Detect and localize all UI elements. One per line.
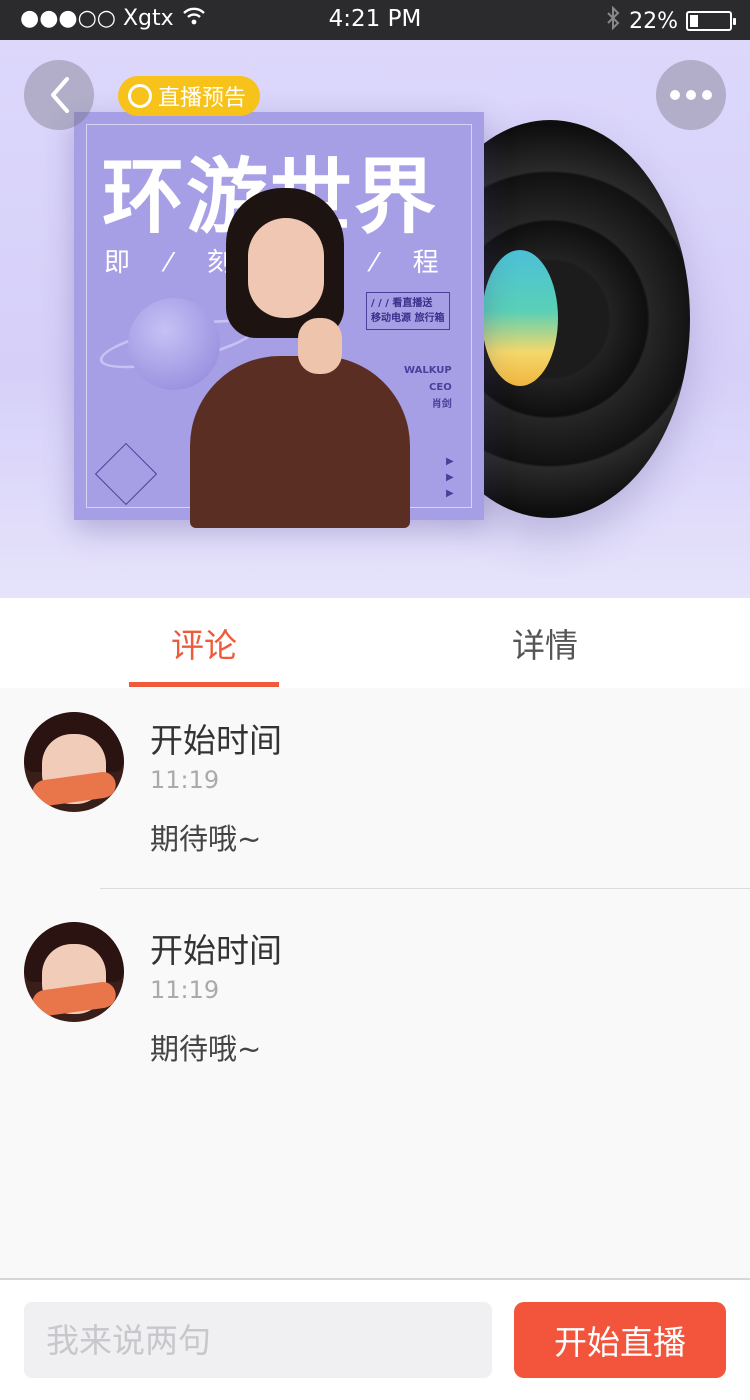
cover-role: CEO	[429, 382, 452, 393]
ring-icon	[128, 84, 152, 108]
tab-comments[interactable]: 评论	[129, 598, 279, 688]
active-tab-indicator	[129, 682, 279, 687]
comment-time: 11:19	[150, 766, 220, 794]
comment-time: 11:19	[150, 976, 220, 1004]
comment-input[interactable]	[24, 1302, 492, 1378]
comment-author: 开始时间	[150, 931, 282, 970]
comment-list: 开始时间 11:19 期待哦~ 开始时间 11:19 期待哦~	[0, 688, 750, 1278]
back-button[interactable]	[24, 60, 94, 130]
status-bar: ●●●○○ Xgtx 4:21 PM 22%	[0, 0, 750, 40]
divider	[100, 888, 750, 889]
chevron-left-icon	[51, 77, 69, 113]
comment-text: 期待哦~	[150, 822, 262, 856]
host-photo	[190, 188, 410, 528]
battery-icon	[686, 11, 736, 31]
cover-person-name: 肖剑	[431, 399, 452, 410]
cover-credits: WALKUP CEO 肖剑	[404, 362, 452, 413]
avatar[interactable]	[24, 922, 124, 1022]
more-button[interactable]	[656, 60, 726, 130]
bottom-action-bar: 开始直播	[0, 1278, 750, 1400]
status-right: 22%	[605, 5, 736, 36]
comment-text: 期待哦~	[150, 1032, 262, 1066]
tab-bar: 评论 详情	[0, 598, 750, 688]
more-dots-icon	[670, 90, 712, 100]
start-live-button[interactable]: 开始直播	[514, 1302, 726, 1378]
battery-percent: 22%	[629, 8, 678, 34]
avatar[interactable]	[24, 712, 124, 812]
comment-author: 开始时间	[150, 721, 282, 760]
live-preview-badge: 直播预告	[118, 76, 261, 116]
vinyl-label	[482, 250, 558, 386]
bluetooth-icon	[605, 5, 621, 36]
live-cover-banner: 环游世界 即 ⁄ 刻 ⁄ 启 ⁄ 程 / / / 看直播送 移动电源 旅行箱 W…	[0, 40, 750, 598]
tab-details[interactable]: 详情	[470, 598, 620, 688]
comment-item: 开始时间 11:19 期待哦~	[0, 688, 750, 889]
cover-brand: WALKUP	[404, 365, 452, 376]
badge-label: 直播预告	[158, 86, 247, 111]
battery-level	[690, 15, 698, 27]
play-arrows-icon: ▶ ▶ ▶	[446, 456, 454, 499]
comment-item: 开始时间 11:19 期待哦~	[0, 898, 750, 1098]
